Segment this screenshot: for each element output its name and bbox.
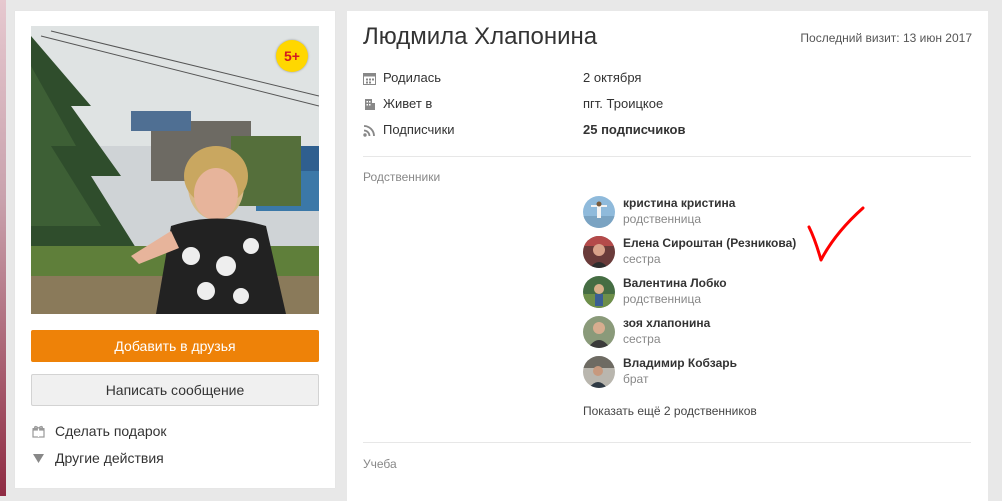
relative-item[interactable]: Владимир Кобзарь брат	[583, 356, 943, 390]
relative-name[interactable]: Владимир Кобзарь	[623, 356, 737, 370]
profile-card: 5+ Добавить в друзья Написать сообщение …	[15, 11, 335, 488]
info-row-birthday: Родилась 2 октября	[363, 70, 973, 88]
relative-name[interactable]: Елена Сироштан (Резникова)	[623, 236, 796, 250]
relative-role: родственница	[623, 212, 701, 226]
education-section-title: Учеба	[363, 457, 397, 471]
add-friend-button[interactable]: Добавить в друзья	[31, 330, 319, 362]
checkmark-annotation-icon	[807, 206, 865, 262]
relatives-section-title: Родственники	[363, 170, 441, 184]
location-label: Живет в	[383, 96, 433, 111]
info-row-location: Живет в пгт. Троицкое	[363, 96, 973, 114]
relative-avatar[interactable]	[583, 196, 615, 228]
relative-avatar[interactable]	[583, 276, 615, 308]
window-edge	[0, 0, 6, 496]
section-divider	[363, 442, 971, 443]
gift-icon	[31, 424, 45, 438]
profile-name: Людмила Хлапонина	[363, 23, 598, 50]
relative-avatar[interactable]	[583, 236, 615, 268]
relative-name[interactable]: зоя хлапонина	[623, 316, 710, 330]
profile-info-card: Людмила Хлапонина Последний визит: 13 ию…	[347, 11, 988, 501]
other-actions-toggle[interactable]: Другие действия	[31, 448, 164, 468]
make-gift-action[interactable]: Сделать подарок	[31, 421, 167, 441]
send-message-button[interactable]: Написать сообщение	[31, 374, 319, 406]
profile-photo[interactable]: 5+	[31, 26, 319, 314]
rss-icon	[363, 124, 377, 138]
relative-avatar[interactable]	[583, 356, 615, 388]
subscribers-value[interactable]: 25 подписчиков	[583, 122, 686, 137]
make-gift-label: Сделать подарок	[55, 423, 167, 439]
relative-name[interactable]: кристина кристина	[623, 196, 735, 210]
info-row-subscribers: Подписчики 25 подписчиков	[363, 122, 973, 140]
relative-item[interactable]: кристина кристина родственница	[583, 196, 943, 230]
birthday-value: 2 октября	[583, 70, 642, 85]
relative-item[interactable]: Елена Сироштан (Резникова) сестра	[583, 236, 943, 270]
relative-item[interactable]: Валентина Лобко родственница	[583, 276, 943, 310]
other-actions-label: Другие действия	[55, 450, 164, 466]
location-value[interactable]: пгт. Троицкое	[583, 96, 663, 111]
relative-avatar[interactable]	[583, 316, 615, 348]
relative-role: сестра	[623, 252, 661, 266]
triangle-down-icon	[31, 451, 45, 465]
relative-name[interactable]: Валентина Лобко	[623, 276, 727, 290]
profile-photo-image	[31, 26, 319, 314]
show-more-relatives-link[interactable]: Показать ещё 2 родственников	[583, 404, 757, 418]
calendar-icon	[363, 72, 377, 86]
relative-item[interactable]: зоя хлапонина сестра	[583, 316, 943, 350]
birthday-label: Родилась	[383, 70, 441, 85]
location-icon	[363, 98, 377, 112]
last-visit-text: Последний визит: 13 июн 2017	[800, 31, 972, 45]
relative-role: родственница	[623, 292, 701, 306]
relative-role: брат	[623, 372, 649, 386]
subscribers-label: Подписчики	[383, 122, 455, 137]
age-rating-badge: 5+	[276, 40, 308, 72]
relative-role: сестра	[623, 332, 661, 346]
section-divider	[363, 156, 971, 157]
